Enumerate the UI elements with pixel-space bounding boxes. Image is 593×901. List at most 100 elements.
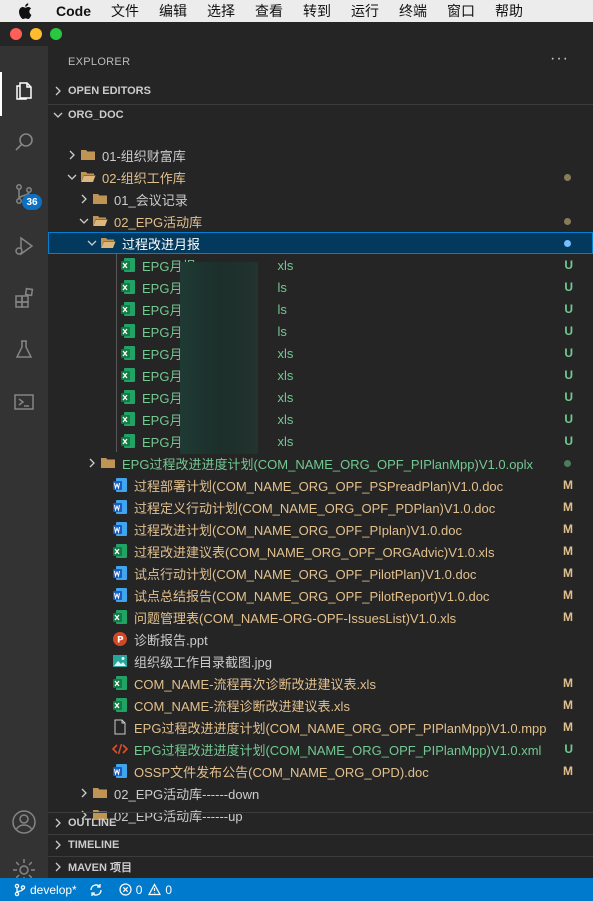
- tree-file-row[interactable]: EPG过程改进进度计划(COM_NAME_ORG_OPF_PIPlanMpp)V…: [48, 716, 593, 738]
- explorer-title: EXPLORER: [68, 56, 131, 68]
- extensions-icon[interactable]: [8, 282, 40, 314]
- timeline-section[interactable]: TIMELINE: [48, 834, 593, 856]
- open-editors-section[interactable]: OPEN EDITORS: [48, 80, 593, 102]
- outline-section[interactable]: OUTLINE: [48, 812, 593, 834]
- error-count: 0: [135, 882, 143, 897]
- chevron-down-icon: [76, 216, 92, 226]
- tree-file-row[interactable]: OSSP文件发布公告(COM_NAME_ORG_OPD).doc M: [48, 760, 593, 782]
- git-status-badge: M: [563, 478, 573, 492]
- git-status-dot: [564, 217, 571, 225]
- tree-file-row[interactable]: 试点行动计划(COM_NAME_ORG_OPF_PilotPlan)V1.0.d…: [48, 562, 593, 584]
- tree-folder-row[interactable]: 02-组织工作库: [48, 166, 593, 188]
- maven-section[interactable]: MAVEN 项目: [48, 856, 593, 878]
- tree-folder-row[interactable]: EPG过程改进进度计划(COM_NAME_ORG_OPF_PIPlanMpp)V…: [48, 452, 593, 474]
- git-status-badge: M: [563, 610, 573, 624]
- status-bar: develop* 0 0: [0, 878, 593, 901]
- tree-file-row[interactable]: EPG月报 ls U: [48, 320, 593, 342]
- tree-file-row[interactable]: 过程改进计划(COM_NAME_ORG_OPF_PIplan)V1.0.doc M: [48, 518, 593, 540]
- tree-item-extension: xls: [277, 389, 294, 405]
- tree-item-label: COM_NAME-流程诊断改进建议表.xls: [134, 698, 350, 714]
- excel-file-icon: [120, 257, 136, 273]
- close-window-button[interactable]: [10, 28, 22, 40]
- indent-guide: [116, 254, 117, 452]
- git-status-badge: M: [563, 720, 573, 734]
- maximize-window-button[interactable]: [50, 28, 62, 40]
- tree-file-row[interactable]: 组织级工作目录截图.jpg: [48, 650, 593, 672]
- tree-file-row[interactable]: 过程部署计划(COM_NAME_ORG_OPF_PSPreadPlan)V1.0…: [48, 474, 593, 496]
- tree-file-row[interactable]: COM_NAME-流程再次诊断改进建议表.xls M: [48, 672, 593, 694]
- tree-file-row[interactable]: EPG月报 ls U: [48, 276, 593, 298]
- excel-file-icon: [120, 433, 136, 449]
- warning-count: 0: [165, 882, 173, 897]
- root-folder-section[interactable]: ORG_DOC: [48, 104, 593, 126]
- tree-folder-row[interactable]: 02_EPG活动库------down: [48, 782, 593, 804]
- root-folder-label: ORG_DOC: [68, 109, 124, 121]
- tree-file-row[interactable]: EPG过程改进进度计划(COM_NAME_ORG_OPF_PIPlanMpp)V…: [48, 738, 593, 760]
- branch-name: develop*: [30, 882, 77, 897]
- account-icon[interactable]: [8, 806, 40, 838]
- menu-go[interactable]: 转到: [303, 1, 331, 21]
- tree-folder-row[interactable]: 过程改进月报: [48, 232, 593, 254]
- tree-file-row[interactable]: 问题管理表(COM_NAME-ORG-OPF-IssuesList)V1.0.x…: [48, 606, 593, 628]
- branch-indicator[interactable]: develop*: [14, 883, 77, 897]
- menu-help[interactable]: 帮助: [495, 1, 523, 21]
- sync-button[interactable]: [89, 883, 107, 897]
- folder-icon: [92, 191, 108, 207]
- explorer-sidebar: EXPLORER ··· OPEN EDITORS ORG_DOC 01-组织财…: [48, 46, 593, 878]
- tree-file-row[interactable]: 过程定义行动计划(COM_NAME_ORG_OPF_PDPlan)V1.0.do…: [48, 496, 593, 518]
- menu-file[interactable]: 文件: [111, 1, 139, 21]
- tree-item-label: EPG过程改进进度计划(COM_NAME_ORG_OPF_PIPlanMpp)V…: [122, 456, 534, 472]
- git-branch-icon: [14, 883, 26, 896]
- apple-icon[interactable]: [18, 3, 34, 19]
- menu-window[interactable]: 窗口: [447, 1, 475, 21]
- minimize-window-button[interactable]: [30, 28, 42, 40]
- remote-terminal-icon[interactable]: [8, 386, 40, 418]
- tree-file-row[interactable]: EPG月报 xls U: [48, 254, 593, 276]
- menu-app-name[interactable]: Code: [56, 3, 91, 19]
- tree-item-label: 过程改进建议表(COM_NAME_ORG_OPF_ORGAdvic)V1.0.x…: [134, 544, 495, 560]
- tree-item-label: 试点行动计划(COM_NAME_ORG_OPF_PilotPlan)V1.0.d…: [134, 566, 477, 582]
- search-icon[interactable]: [8, 126, 40, 158]
- open-editors-label: OPEN EDITORS: [68, 85, 151, 97]
- run-debug-icon[interactable]: [8, 230, 40, 262]
- problems-indicator[interactable]: 0 0: [119, 883, 172, 897]
- tree-file-row[interactable]: 试点总结报告(COM_NAME_ORG_OPF_PilotReport)V1.0…: [48, 584, 593, 606]
- git-status-badge: M: [563, 764, 573, 778]
- tree-file-row[interactable]: 过程改进建议表(COM_NAME_ORG_OPF_ORGAdvic)V1.0.x…: [48, 540, 593, 562]
- menu-run[interactable]: 运行: [351, 1, 379, 21]
- tree-file-row[interactable]: EPG月报 xls U: [48, 430, 593, 452]
- more-actions-button[interactable]: ···: [550, 50, 569, 68]
- active-view-indicator: [0, 72, 2, 116]
- menu-selection[interactable]: 选择: [207, 1, 235, 21]
- tree-folder-row[interactable]: 01-组织财富库: [48, 144, 593, 166]
- tree-item-label: 过程改进月报: [122, 236, 201, 252]
- tree-file-row[interactable]: EPG月报 xls U: [48, 364, 593, 386]
- git-status-badge: M: [563, 676, 573, 690]
- git-status-badge: U: [564, 742, 573, 756]
- folder-icon: [100, 455, 116, 471]
- menu-terminal[interactable]: 终端: [399, 1, 427, 21]
- menu-view[interactable]: 查看: [255, 1, 283, 21]
- chevron-right-icon: [48, 862, 68, 872]
- tree-file-row[interactable]: P 诊断报告.ppt: [48, 628, 593, 650]
- folder-icon: [92, 785, 108, 801]
- testing-flask-icon[interactable]: [8, 334, 40, 366]
- tree-folder-row[interactable]: 02_EPG活动库: [48, 210, 593, 232]
- tree-item-label: 试点总结报告(COM_NAME_ORG_OPF_PilotReport)V1.0…: [134, 588, 490, 604]
- tree-file-row[interactable]: EPG月报 xls U: [48, 408, 593, 430]
- tree-folder-row[interactable]: 01_会议记录: [48, 188, 593, 210]
- tree-file-row[interactable]: COM_NAME-流程诊断改进建议表.xls M: [48, 694, 593, 716]
- tree-item-label: 02_EPG活动库: [114, 214, 203, 230]
- word-file-icon: [112, 521, 128, 537]
- tree-file-row[interactable]: EPG月报 xls U: [48, 386, 593, 408]
- explorer-icon[interactable]: [8, 74, 40, 106]
- tree-file-row[interactable]: EPG月报 ls U: [48, 298, 593, 320]
- git-status-badge: M: [563, 500, 573, 514]
- chevron-down-icon: [64, 172, 80, 182]
- maven-label: MAVEN 项目: [68, 862, 132, 874]
- git-status-badge: M: [563, 544, 573, 558]
- tree-file-row[interactable]: EPG月报 xls U: [48, 342, 593, 364]
- menu-edit[interactable]: 编辑: [159, 1, 187, 21]
- excel-file-icon: [112, 543, 128, 559]
- warning-icon: [148, 883, 162, 896]
